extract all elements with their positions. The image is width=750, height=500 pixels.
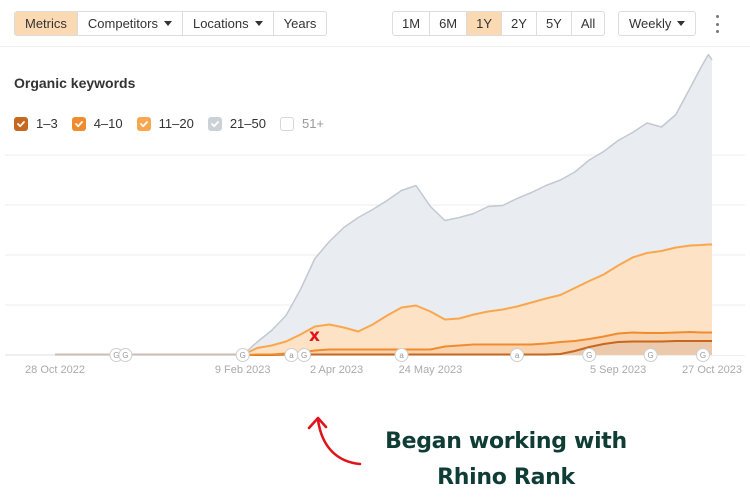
marker-label: a	[399, 351, 404, 360]
event-marker-google-update: G	[118, 348, 133, 362]
marker-label: a	[515, 351, 520, 360]
event-marker-google-update: G	[643, 348, 658, 362]
event-marker-google-update: G	[235, 348, 250, 362]
x-tick-label: 2 Apr 2023	[310, 364, 363, 376]
event-marker-annotation: a	[284, 348, 299, 362]
event-marker-annotation: a	[510, 348, 525, 362]
x-tick-label: 9 Feb 2023	[215, 364, 271, 376]
x-tick-label: 28 Oct 2022	[25, 364, 85, 376]
event-marker-google-update: G	[695, 348, 710, 362]
event-marker-google-update: G	[297, 348, 312, 362]
annotation-text: Began working with Rhino Rank	[356, 424, 656, 496]
marker-label: G	[122, 351, 128, 360]
marker-label: G	[648, 351, 654, 360]
organic-keywords-chart: GGGaGaaGGG 28 Oct 2022 9 Feb 2023 2 Apr 20…	[5, 53, 745, 376]
x-axis-ticks: 28 Oct 2022 9 Feb 2023 2 Apr 2023 24 May 20…	[25, 364, 742, 376]
event-marker-google-update: G	[582, 348, 597, 362]
marker-label: G	[586, 351, 592, 360]
annotation-line-2: Rhino Rank	[437, 465, 575, 490]
x-tick-label: 27 Oct 2023	[682, 364, 742, 376]
marker-label: G	[700, 351, 706, 360]
event-marker-annotation: a	[394, 348, 409, 362]
x-tick-label: 24 May 2023	[399, 364, 463, 376]
x-tick-label: 5 Sep 2023	[590, 364, 646, 376]
marker-label: G	[240, 351, 246, 360]
annotation-line-1: Began working with	[385, 429, 627, 454]
marker-label: a	[289, 351, 294, 360]
marker-label: G	[301, 351, 307, 360]
annotation-x-mark: x	[309, 326, 320, 346]
